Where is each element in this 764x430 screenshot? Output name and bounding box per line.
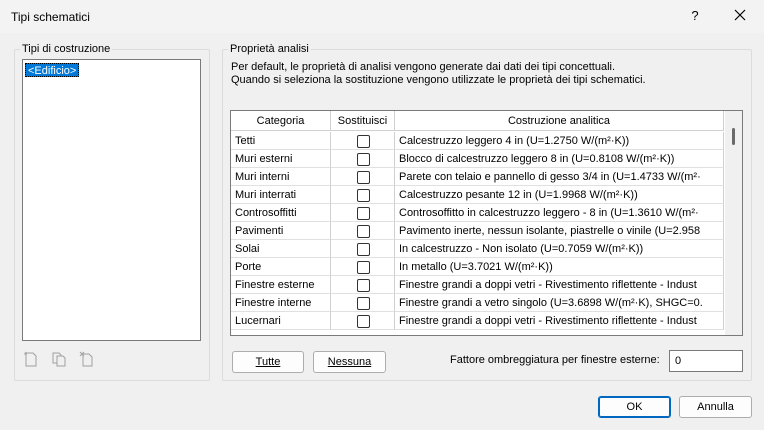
list-item[interactable]: <Edificio> (25, 63, 80, 77)
construction-cell[interactable]: Controsoffitto in calcestruzzo leggero -… (395, 204, 724, 222)
category-cell: Finestre esterne (231, 276, 331, 294)
override-cell (331, 222, 395, 240)
category-cell: Lucernari (231, 312, 331, 330)
category-cell: Muri interrati (231, 186, 331, 204)
override-checkbox[interactable] (357, 279, 370, 292)
override-cell (331, 186, 395, 204)
table-row[interactable]: Lucernari Finestre grandi a doppi vetri -… (231, 312, 724, 330)
table-row[interactable]: Muri interni Parete con telaio e pannello… (231, 168, 724, 186)
category-cell: Muri interni (231, 168, 331, 186)
new-type-icon (24, 351, 37, 367)
table-row[interactable]: Finestre interne Finestre grandi a vetro … (231, 294, 724, 312)
column-header-override[interactable]: Sostituisci (331, 111, 395, 131)
construction-cell[interactable]: In metallo (U=3.7021 W/(m²·K)) (395, 258, 724, 276)
override-cell (331, 294, 395, 312)
override-checkbox[interactable] (357, 297, 370, 310)
override-checkbox[interactable] (357, 243, 370, 256)
select-none-label: Nessuna (327, 356, 372, 368)
duplicate-type-icon (52, 352, 66, 367)
override-checkbox[interactable] (357, 225, 370, 238)
override-cell (331, 168, 395, 186)
override-checkbox[interactable] (357, 171, 370, 184)
category-cell: Muri esterni (231, 150, 331, 168)
delete-type-button[interactable] (78, 350, 96, 368)
duplicate-type-button[interactable] (50, 350, 68, 368)
category-cell: Tetti (231, 132, 331, 150)
override-checkbox[interactable] (357, 315, 370, 328)
override-checkbox[interactable] (357, 207, 370, 220)
delete-type-icon (79, 351, 93, 367)
override-checkbox[interactable] (357, 153, 370, 166)
construction-cell[interactable]: Finestre grandi a doppi vetri - Rivestim… (395, 276, 724, 294)
column-header-category[interactable]: Categoria (231, 111, 331, 131)
override-cell (331, 150, 395, 168)
close-icon (734, 9, 746, 21)
scrollbar-thumb[interactable] (732, 128, 735, 145)
title-bar: Tipi schematici ? (0, 0, 764, 33)
table-row[interactable]: Controsoffitti Controsoffitto in calcestr… (231, 204, 724, 222)
construction-types-label: Tipi di costruzione (20, 43, 113, 55)
construction-cell[interactable]: Calcestruzzo pesante 12 in (U=1.9968 W/(… (395, 186, 724, 204)
table-row[interactable]: Finestre esterne Finestre grandi a doppi … (231, 276, 724, 294)
description-line-1: Per default, le proprietà di analisi ven… (231, 61, 616, 73)
column-header-construction[interactable]: Costruzione analitica (395, 111, 724, 131)
construction-cell[interactable]: Pavimento inerte, nessun isolante, piast… (395, 222, 724, 240)
description-line-2: Quando si seleziona la sostituzione veng… (231, 74, 646, 86)
override-cell (331, 258, 395, 276)
ok-button[interactable]: OK (598, 396, 671, 418)
window-title: Tipi schematici (11, 10, 90, 24)
construction-cell[interactable]: Parete con telaio e pannello di gesso 3/… (395, 168, 724, 186)
construction-types-list[interactable]: <Edificio> (22, 59, 201, 341)
select-all-label: Tutte (255, 356, 281, 368)
table-row[interactable]: Porte In metallo (U=3.7021 W/(m²·K)) (231, 258, 724, 276)
table-row[interactable]: Tetti Calcestruzzo leggero 4 in (U=1.2750… (231, 132, 724, 150)
override-checkbox[interactable] (357, 261, 370, 274)
table-row[interactable]: Muri interrati Calcestruzzo pesante 12 in… (231, 186, 724, 204)
select-all-button[interactable]: Tutte (232, 351, 304, 373)
override-cell (331, 276, 395, 294)
shading-factor-input[interactable]: 0 (669, 350, 743, 372)
override-cell (331, 132, 395, 150)
construction-cell[interactable]: Blocco di calcestruzzo leggero 8 in (U=0… (395, 150, 724, 168)
table-row[interactable]: Solai In calcestruzzo - Non isolato (U=0.… (231, 240, 724, 258)
analysis-properties-label: Proprietà analisi (228, 43, 311, 55)
override-checkbox[interactable] (357, 135, 370, 148)
construction-cell[interactable]: Finestre grandi a doppi vetri - Rivestim… (395, 312, 724, 330)
category-cell: Porte (231, 258, 331, 276)
category-cell: Pavimenti (231, 222, 331, 240)
override-cell (331, 204, 395, 222)
override-cell (331, 312, 395, 330)
table-header: Categoria Sostituisci Costruzione analit… (231, 111, 724, 131)
override-cell (331, 240, 395, 258)
construction-cell[interactable]: Finestre grandi a vetro singolo (U=3.689… (395, 294, 724, 312)
category-cell: Controsoffitti (231, 204, 331, 222)
select-none-button[interactable]: Nessuna (313, 351, 386, 373)
table-scrollbar[interactable] (725, 111, 742, 335)
analysis-properties-table: Categoria Sostituisci Costruzione analit… (230, 110, 743, 336)
category-cell: Finestre interne (231, 294, 331, 312)
override-checkbox[interactable] (357, 189, 370, 202)
help-button[interactable]: ? (684, 6, 706, 26)
construction-cell[interactable]: Calcestruzzo leggero 4 in (U=1.2750 W/(m… (395, 132, 724, 150)
new-type-button[interactable] (22, 350, 40, 368)
table-row[interactable]: Muri esterni Blocco di calcestruzzo legge… (231, 150, 724, 168)
construction-cell[interactable]: In calcestruzzo - Non isolato (U=0.7059 … (395, 240, 724, 258)
close-button[interactable] (728, 6, 752, 26)
category-cell: Solai (231, 240, 331, 258)
table-row[interactable]: Pavimenti Pavimento inerte, nessun isolan… (231, 222, 724, 240)
shading-factor-label: Fattore ombreggiatura per finestre ester… (450, 354, 660, 366)
cancel-button[interactable]: Annulla (679, 396, 752, 418)
